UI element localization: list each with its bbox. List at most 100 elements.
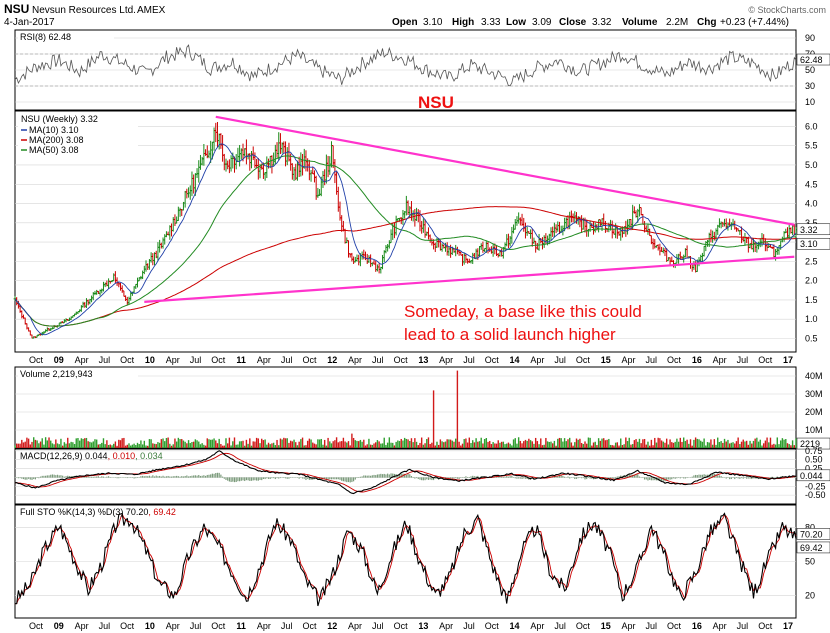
volume-bar: [106, 440, 108, 448]
macd-histogram-bar: [206, 474, 208, 478]
volume-bar: [461, 443, 464, 448]
macd-legend: MACD(12,26,9) 0.044, 0.010, 0.034: [20, 451, 163, 461]
macd-histogram-bar: [407, 473, 409, 478]
price-last-value: 3.32: [800, 225, 818, 235]
price-x-tick-label: 14: [510, 355, 520, 365]
volume-bar: [722, 442, 724, 448]
header-company: Nevsun Resources Ltd.: [32, 5, 136, 16]
volume-bar: [786, 443, 789, 448]
volume-bar: [358, 441, 360, 448]
volume-bar: [332, 441, 334, 448]
volume-bar: [563, 438, 566, 448]
volume-bar: [73, 443, 76, 448]
volume-bar: [562, 441, 564, 448]
volume-bar: [303, 445, 305, 448]
volume-bar: [543, 444, 545, 448]
bottom-x-tick-label: Jul: [99, 621, 111, 631]
volume-bar: [785, 439, 787, 448]
volume-bar: [26, 437, 28, 448]
volume-bar: [116, 445, 118, 448]
volume-bar: [589, 437, 591, 448]
volume-bar: [147, 445, 149, 448]
volume-bar: [795, 438, 797, 448]
macd-histogram-bar: [354, 477, 356, 480]
macd-histogram-bar: [700, 474, 702, 478]
volume-bar: [788, 444, 790, 448]
volume-bar: [487, 441, 489, 448]
bottom-x-tick-label: 11: [236, 621, 246, 631]
bottom-x-tick-label: Oct: [211, 621, 226, 631]
volume-bar: [744, 441, 746, 448]
volume-bar: [274, 445, 277, 448]
volume-bar: [655, 442, 658, 448]
macd-histogram-bar: [335, 477, 338, 480]
volume-bar: [78, 440, 81, 448]
volume-bar: [660, 440, 663, 448]
volume-bar: [739, 444, 741, 448]
volume-bar: [80, 438, 83, 448]
volume-bar: [155, 444, 157, 448]
volume-bar: [500, 441, 503, 448]
macd-histogram-bar: [213, 473, 215, 478]
macd-histogram-bar: [370, 475, 372, 478]
macd-histogram-bar: [216, 472, 219, 478]
volume-bar: [186, 443, 188, 448]
volume-bar: [594, 441, 596, 448]
volume-bar: [369, 444, 372, 448]
volume-bar: [21, 439, 23, 448]
macd-histogram-bar: [99, 477, 101, 478]
volume-bar: [213, 438, 215, 448]
macd-histogram-bar: [344, 477, 346, 482]
macd-histogram-bar: [303, 477, 305, 479]
volume-bar: [793, 445, 795, 448]
macd-histogram-bar: [39, 476, 42, 478]
macd-histogram-bar: [135, 477, 137, 479]
macd-histogram-bar: [152, 475, 154, 478]
macd-histogram-bar: [102, 476, 105, 478]
macd-histogram-bar: [97, 476, 99, 478]
volume-bar: [327, 437, 329, 448]
macd-histogram-bar: [514, 477, 516, 479]
macd-histogram-bar: [31, 477, 33, 480]
macd-histogram-bar: [718, 475, 721, 478]
volume-bar: [301, 437, 304, 448]
volume-bar: [711, 444, 714, 448]
macd-histogram-bar: [638, 476, 641, 478]
volume-bar: [340, 441, 343, 448]
macd-histogram-bar: [467, 476, 469, 478]
rsi-tick-label: 30: [805, 81, 815, 91]
macd-histogram-bar: [225, 477, 227, 480]
macd-histogram-bar: [749, 477, 751, 479]
bottom-x-tick-label: Oct: [29, 621, 44, 631]
volume-bar: [72, 442, 74, 448]
volume-bar: [177, 437, 180, 448]
macd-histogram-bar: [106, 476, 108, 478]
macd-histogram-bar: [637, 474, 639, 478]
volume-bar: [250, 445, 253, 448]
volume-bar: [111, 445, 113, 448]
volume-bar: [123, 437, 125, 448]
macd-histogram-bar: [36, 477, 38, 478]
volume-bar: [230, 445, 232, 448]
volume-bar: [50, 440, 52, 448]
macd-histogram-bar: [101, 476, 103, 478]
volume-bar: [536, 441, 539, 448]
macd-histogram-bar: [193, 475, 195, 478]
macd-histogram-bar: [332, 477, 334, 480]
volume-bar: [771, 444, 773, 448]
macd-histogram-bar: [426, 477, 428, 480]
bottom-x-tick-label: 13: [418, 621, 428, 631]
price-tick-label: 1.5: [805, 295, 818, 305]
macd-histogram-bar: [199, 475, 202, 478]
volume-bar: [124, 445, 127, 448]
macd-histogram-bar: [329, 477, 331, 480]
volume-bar: [648, 445, 651, 448]
price-x-tick-label: 11: [236, 355, 246, 365]
macd-histogram-bar: [274, 477, 276, 480]
volume-bar: [715, 444, 717, 448]
volume-bar: [696, 438, 699, 448]
price-x-tick-label: 10: [145, 355, 155, 365]
volume-bar: [575, 438, 578, 448]
volume-bar: [172, 444, 174, 448]
volume-bar: [791, 440, 794, 448]
